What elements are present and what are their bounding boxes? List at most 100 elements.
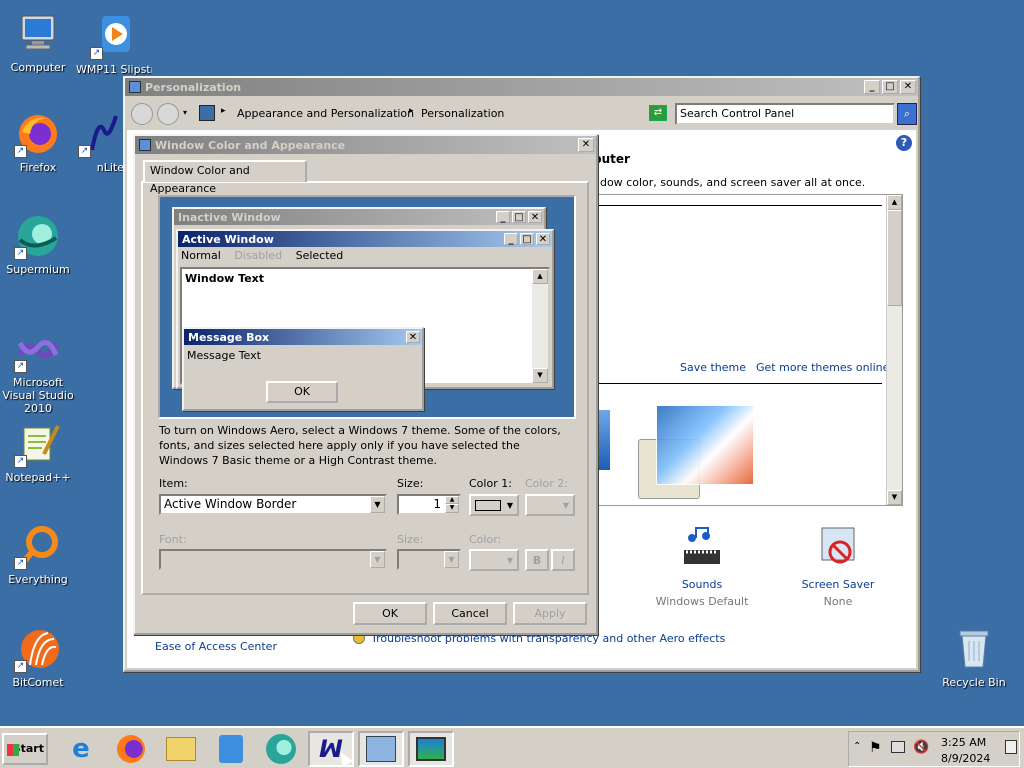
start-button[interactable]: Start bbox=[2, 733, 48, 765]
search-input[interactable]: Search Control Panel bbox=[675, 103, 895, 125]
desktop-icon-bitcomet[interactable]: ↗ BitComet bbox=[0, 625, 76, 689]
sounds-setting[interactable]: Sounds Windows Default bbox=[647, 524, 757, 608]
cancel-button[interactable]: Cancel bbox=[433, 602, 507, 625]
taskbar-control-panel[interactable] bbox=[358, 731, 404, 767]
tab-window-color-and-appearance[interactable]: Window Color and Appearance bbox=[143, 160, 307, 195]
taskbar-firefox[interactable] bbox=[108, 731, 154, 767]
spin-up-icon[interactable]: ▲ bbox=[445, 496, 459, 504]
scroll-up-button[interactable]: ▲ bbox=[887, 195, 902, 210]
bitcomet-icon: ↗ bbox=[14, 625, 62, 673]
network-icon[interactable] bbox=[891, 741, 905, 753]
taskbar-supermium[interactable] bbox=[258, 731, 304, 767]
maximize-button[interactable]: □ bbox=[882, 80, 898, 94]
appearance-preview[interactable]: Inactive Window _ □ ✕ Active Window _ □ … bbox=[158, 195, 576, 419]
desktop-icon-notepadpp[interactable]: ↗ Notepad++ bbox=[0, 420, 76, 484]
desktop-icon-nlite[interactable]: ↗ nLite bbox=[76, 110, 128, 174]
minimize-button[interactable]: _ bbox=[864, 80, 880, 94]
apply-button[interactable]: Apply bbox=[513, 602, 587, 625]
navigation-bar: ▾ ▸ Appearance and Personalization ▸ Per… bbox=[127, 100, 917, 128]
breadcrumb-personalization[interactable]: Personalization bbox=[421, 107, 504, 120]
volume-muted-icon[interactable]: 🔇 bbox=[913, 740, 929, 755]
color2-picker[interactable]: ▼ bbox=[525, 494, 575, 516]
dialog-close-button[interactable]: ✕ bbox=[578, 138, 594, 152]
sounds-label[interactable]: Sounds bbox=[647, 578, 757, 591]
get-more-themes-link[interactable]: Get more themes online bbox=[756, 361, 889, 374]
desktop-icon-everything[interactable]: ↗ Everything bbox=[0, 522, 76, 586]
address-bar[interactable]: ▸ Appearance and Personalization ▸ Perso… bbox=[197, 103, 667, 125]
show-desktop-button[interactable] bbox=[1005, 740, 1017, 754]
desktop-icon-supermium[interactable]: ↗ Supermium bbox=[0, 212, 76, 276]
personalization-titlebar[interactable]: Personalization _ □ ✕ bbox=[125, 78, 918, 96]
control-panel-address-icon bbox=[199, 105, 215, 121]
sounds-icon bbox=[678, 524, 726, 572]
font-select[interactable]: ▼ bbox=[159, 549, 387, 570]
taskbar-media-player[interactable] bbox=[208, 731, 254, 767]
preview-message-box[interactable]: Message Box ✕ Message Text OK bbox=[182, 327, 424, 411]
help-icon[interactable]: ? bbox=[896, 135, 912, 151]
preview-menu-selected: Selected bbox=[295, 249, 344, 262]
themes-scrollbar[interactable]: ▲ ▼ bbox=[886, 195, 902, 505]
window-color-dialog[interactable]: Window Color and Appearance ✕ Window Col… bbox=[133, 134, 598, 635]
bold-button[interactable]: B bbox=[525, 549, 549, 571]
taskbar-explorer[interactable] bbox=[158, 731, 204, 767]
recycle-bin-icon bbox=[950, 625, 998, 673]
shortcut-arrow-icon: ↗ bbox=[14, 247, 27, 260]
breadcrumb-arrow-icon[interactable]: ▸ bbox=[221, 106, 226, 116]
desktop-icon-recycle-bin[interactable]: Recycle Bin bbox=[936, 625, 1012, 689]
desktop-icon-computer[interactable]: Computer bbox=[0, 10, 76, 74]
screensaver-setting[interactable]: Screen Saver None bbox=[783, 524, 893, 608]
item-select[interactable]: Active Window Border ▼ bbox=[159, 494, 387, 515]
font-size-select[interactable]: ▼ bbox=[397, 549, 461, 570]
breadcrumb-arrow-icon[interactable]: ▸ bbox=[409, 106, 414, 116]
desktop-icon-wmp11[interactable]: ↗ WMP11 Slipstre... bbox=[76, 12, 152, 76]
taskbar-personalization[interactable] bbox=[408, 731, 454, 767]
theme-thumbnail-landscape[interactable] bbox=[656, 405, 754, 485]
themes-list[interactable]: Save theme Get more themes online ▲ ▼ bbox=[593, 194, 903, 506]
italic-button[interactable]: I bbox=[551, 549, 575, 571]
clock-time[interactable]: 3:25 AM bbox=[941, 736, 986, 749]
preview-active-title: Active Window bbox=[182, 232, 274, 246]
folder-icon bbox=[166, 737, 196, 761]
preview-msgbox-title: Message Box bbox=[188, 330, 270, 344]
back-button[interactable] bbox=[131, 103, 153, 125]
forward-button[interactable] bbox=[157, 103, 179, 125]
dialog-titlebar[interactable]: Window Color and Appearance ✕ bbox=[135, 136, 596, 154]
font-label: Font: bbox=[159, 533, 187, 546]
taskbar: Start e ꟽ ⌃ ⚑ 🔇 3:25 AM 8/9/2024 bbox=[0, 726, 1024, 768]
preview-minimize-button: _ bbox=[496, 211, 510, 223]
desktop-icon-firefox[interactable]: ↗ Firefox bbox=[0, 110, 76, 174]
show-hidden-icons-button[interactable]: ⌃ bbox=[853, 741, 861, 752]
preview-msgbox-ok: OK bbox=[266, 381, 338, 403]
screensaver-value: None bbox=[823, 595, 853, 608]
chevron-down-icon: ▼ bbox=[562, 501, 569, 510]
breadcrumb-appearance[interactable]: Appearance and Personalization bbox=[237, 107, 414, 120]
spin-down-icon[interactable]: ▼ bbox=[445, 504, 459, 513]
close-button[interactable]: ✕ bbox=[900, 80, 916, 94]
clock-date[interactable]: 8/9/2024 bbox=[941, 752, 990, 765]
font-color-picker[interactable]: ▼ bbox=[469, 549, 519, 571]
nlite-icon: ↗ bbox=[78, 110, 126, 158]
search-icon[interactable]: ⌕ bbox=[897, 103, 917, 125]
refresh-button[interactable]: ⇄ bbox=[649, 105, 667, 121]
chevron-down-icon[interactable]: ▼ bbox=[370, 551, 385, 568]
ease-of-access-link[interactable]: Ease of Access Center bbox=[155, 640, 277, 653]
scroll-thumb[interactable] bbox=[887, 210, 902, 306]
action-center-flag-icon[interactable]: ⚑ bbox=[869, 740, 882, 756]
supermium-icon: ↗ bbox=[14, 212, 62, 260]
color1-picker[interactable]: ▼ bbox=[469, 494, 519, 516]
tab-panel: Inactive Window _ □ ✕ Active Window _ □ … bbox=[141, 181, 589, 595]
screensaver-label[interactable]: Screen Saver bbox=[783, 578, 893, 591]
ok-button[interactable]: OK bbox=[353, 602, 427, 625]
save-theme-link[interactable]: Save theme bbox=[680, 361, 746, 374]
taskbar-internet-explorer[interactable]: e bbox=[58, 731, 104, 767]
chevron-down-icon[interactable]: ▼ bbox=[444, 551, 459, 568]
scroll-down-button[interactable]: ▼ bbox=[887, 490, 902, 505]
chevron-down-icon: ▼ bbox=[506, 501, 513, 510]
color2-label: Color 2: bbox=[525, 477, 568, 490]
shortcut-arrow-icon: ↗ bbox=[14, 660, 27, 673]
chevron-down-icon[interactable]: ▼ bbox=[370, 496, 385, 513]
recent-pages-dropdown[interactable]: ▾ bbox=[183, 108, 187, 117]
windows-logo-icon bbox=[7, 744, 19, 756]
desktop-icon-visual-studio[interactable]: ↗ Microsoft Visual Studio 2010 bbox=[0, 325, 76, 415]
size-spinner[interactable]: 1 ▲ ▼ bbox=[397, 494, 461, 515]
